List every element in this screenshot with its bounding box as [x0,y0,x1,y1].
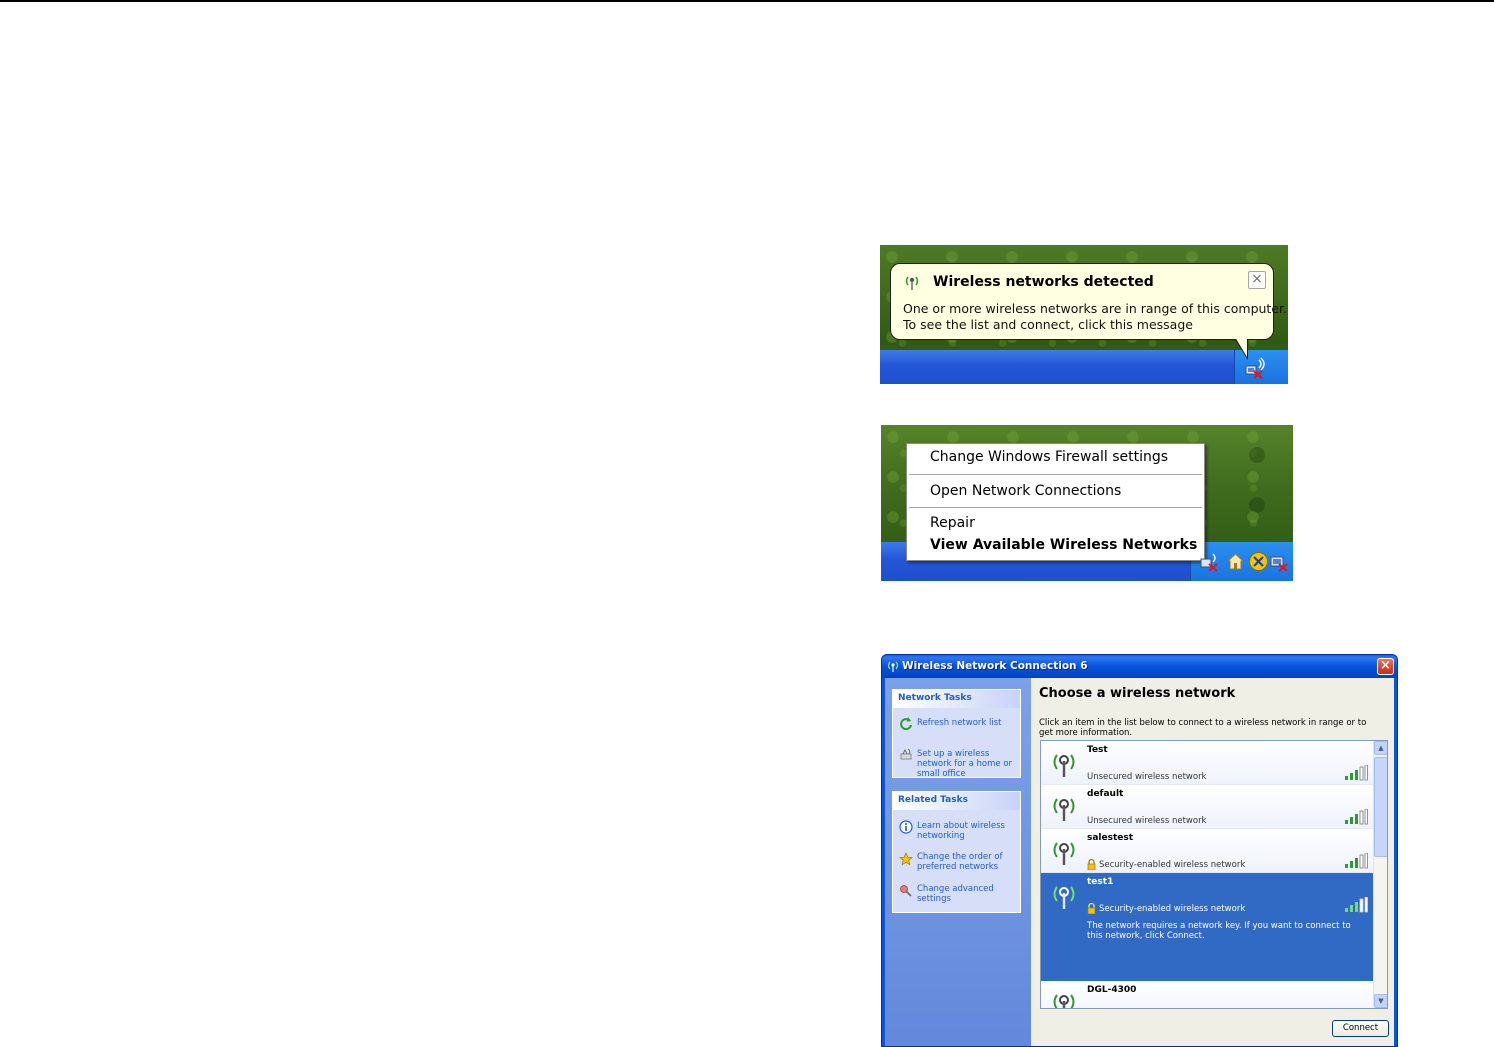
menu-separator [909,507,1202,508]
network-row-dgl-4300[interactable]: DGL-4300 [1041,981,1374,1009]
setup-network-icon [900,748,912,760]
wireless-antenna-icon [905,276,919,290]
lock-icon [1087,903,1096,914]
signal-strength-icon [1344,1005,1368,1009]
wireless-network-connection-window: Wireless Network Connection 6 × Network … [881,654,1398,1047]
network-disconnected-icon[interactable] [1244,357,1268,379]
balloon-title: Wireless networks detected [933,274,1154,290]
signal-strength-icon [1345,897,1368,913]
related-tasks-panel: Related Tasks Learn about wireless netwo… [892,791,1021,913]
page-title: Choose a wireless network [1039,686,1236,701]
balloon-message-line2: To see the list and connect, click this … [903,317,1193,332]
balloon-screenshot: Wireless networks detected × One or more… [880,245,1288,384]
network-name: Test [1087,745,1108,755]
network-status: Security-enabled wireless network [1099,860,1246,870]
lock-icon [1087,859,1096,870]
network-row-default[interactable]: default Unsecured wireless network [1041,785,1374,829]
network-key-notice: The network requires a network key. If y… [1087,921,1351,941]
window-body: Network Tasks Refresh network list Set u… [885,678,1394,1046]
balloon-close-button[interactable]: × [1248,271,1266,289]
scroll-up-button[interactable]: ▲ [1374,741,1387,755]
taskbar [880,350,1288,384]
menu-item-open-network-connections[interactable]: Open Network Connections [930,483,1121,499]
window-close-button[interactable]: × [1377,658,1394,675]
change-network-order-link[interactable]: Change the order of preferred networks [917,852,1017,872]
wireless-antenna-icon [1053,994,1075,1008]
network-name: DGL-4300 [1087,985,1137,995]
network-row-test1[interactable]: test1 Security-enabled wireless network … [1041,873,1374,981]
learn-wireless-link[interactable]: Learn about wireless networking [917,821,1017,841]
wireless-network-list: Test Unsecured wireless network default … [1040,740,1388,1009]
settings-icon [900,885,912,897]
related-tasks-heading[interactable]: Related Tasks [893,792,1020,810]
wireless-antenna-icon [1053,798,1075,821]
change-advanced-settings-link[interactable]: Change advanced settings [917,884,1017,904]
window-titlebar[interactable]: Wireless Network Connection 6 × [882,655,1397,678]
wireless-antenna-icon [887,661,899,672]
network-status: Security-enabled wireless network [1099,904,1246,914]
refresh-icon [900,717,912,730]
info-icon [899,820,913,834]
context-menu-screenshot: Change Windows Firewall settings Open Ne… [881,425,1293,581]
network-tasks-heading[interactable]: Network Tasks [893,690,1020,708]
network-context-menu: Change Windows Firewall settings Open Ne… [906,443,1205,561]
signal-strength-icon [1345,809,1368,825]
menu-item-view-wireless-networks[interactable]: View Available Wireless Networks [930,537,1197,553]
setup-wireless-network-link[interactable]: Set up a wireless network for a home or … [917,749,1017,779]
network-row-test[interactable]: Test Unsecured wireless network [1041,741,1374,785]
task-sidebar: Network Tasks Refresh network list Set u… [885,678,1031,1046]
balloon-message-line1: One or more wireless networks are in ran… [903,301,1287,316]
refresh-network-list-link[interactable]: Refresh network list [917,718,1017,728]
menu-item-repair[interactable]: Repair [930,515,975,531]
wireless-antenna-icon [1053,842,1075,865]
wireless-antenna-icon [1053,754,1075,777]
menu-separator [909,474,1202,475]
network-disconnected-icon[interactable] [1270,551,1291,572]
network-row-salestest[interactable]: salestest Security-enabled wireless netw… [1041,829,1374,873]
network-tasks-panel: Network Tasks Refresh network list Set u… [892,689,1021,779]
wireless-antenna-icon [1053,886,1075,909]
star-icon [899,852,913,866]
scroll-thumb[interactable] [1374,757,1387,857]
main-content: Choose a wireless network Click an item … [1031,678,1394,1046]
network-list-scrollbar[interactable]: ▲ ▼ [1373,741,1387,1008]
window-title: Wireless Network Connection 6 [902,660,1088,672]
instructions-text: Click an item in the list below to conne… [1039,718,1367,738]
balloon-notification[interactable]: Wireless networks detected × One or more… [890,263,1287,340]
balloon-tail-fill [1235,337,1247,357]
network-status: Unsecured wireless network [1087,816,1207,826]
security-shield-icon[interactable] [1248,551,1269,572]
network-name: salestest [1087,833,1134,843]
connect-button[interactable]: Connect [1332,1020,1389,1037]
network-name: default [1087,789,1124,799]
network-name: test1 [1087,877,1114,887]
network-status: Unsecured wireless network [1087,772,1207,782]
signal-strength-icon [1345,765,1368,781]
scroll-down-button[interactable]: ▼ [1374,994,1387,1008]
signal-strength-icon [1345,853,1368,869]
menu-item-firewall-settings[interactable]: Change Windows Firewall settings [930,449,1168,465]
home-icon[interactable] [1225,551,1246,572]
network-disconnected-icon[interactable] [1200,551,1221,572]
top-rule [0,0,1494,2]
